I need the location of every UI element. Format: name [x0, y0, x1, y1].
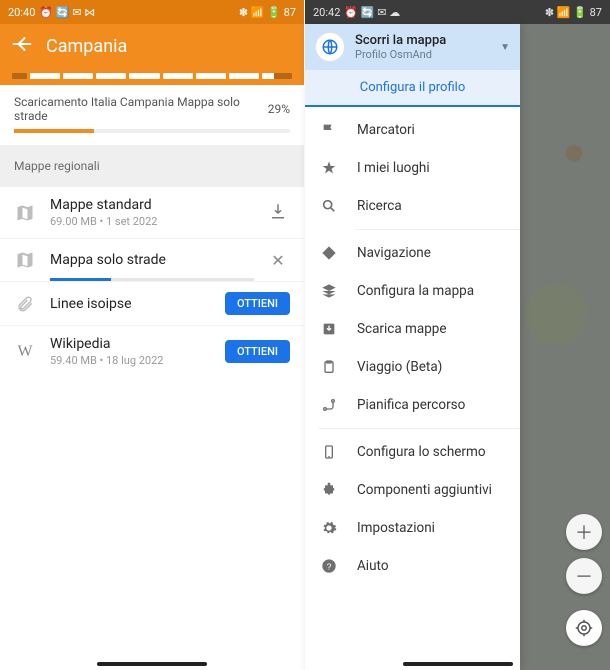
globe-icon	[315, 32, 345, 62]
menu-item-down[interactable]: Scarica mappe	[305, 310, 520, 348]
menu-label: Configura la mappa	[357, 283, 474, 299]
segment-bar	[12, 73, 292, 79]
menu-label: Configura lo schermo	[357, 444, 486, 460]
nav-icon	[319, 243, 339, 263]
phone-right: 20:42 ⏰ 🔄 ✉ ☁ ✽ 📶 🔋 87 Torello Roccapiem…	[305, 0, 610, 670]
menu-label: Impostazioni	[357, 520, 435, 536]
down-icon	[319, 319, 339, 339]
gear-icon	[319, 518, 339, 538]
item-title: Wikipedia	[50, 336, 211, 352]
map-icon	[14, 249, 36, 271]
status-left-icons: ⏰ 🔄 ✉ ☁	[344, 6, 400, 19]
region-header: Campania	[0, 24, 304, 85]
menu-item-nav[interactable]: Navigazione	[305, 234, 520, 272]
status-left-icons: ⏰ 🔄 ✉ ⋈	[39, 6, 95, 19]
locate-button[interactable]	[566, 610, 602, 646]
clip2-icon	[319, 357, 339, 377]
item-sub: 69.00 MB • 1 set 2022	[50, 215, 252, 228]
help-icon: ?	[319, 556, 339, 576]
screen-icon	[319, 442, 339, 462]
menu-label: I miei luoghi	[357, 160, 430, 176]
status-bar-right: 20:42 ⏰ 🔄 ✉ ☁ ✽ 📶 🔋 87	[305, 0, 610, 24]
chevron-down-icon[interactable]: ▼	[500, 42, 510, 53]
menu-label: Componenti aggiuntivi	[357, 482, 492, 498]
menu-item-flag[interactable]: Marcatori	[305, 111, 520, 149]
download-percent: 29%	[268, 102, 290, 116]
star-icon	[319, 158, 339, 178]
route-icon	[319, 395, 339, 415]
menu-item-screen[interactable]: Configura lo schermo	[305, 433, 520, 471]
configure-profile-button[interactable]: Configura il profilo	[305, 70, 520, 107]
menu-item-clip2[interactable]: Viaggio (Beta)	[305, 348, 520, 386]
zoom-out-button[interactable]: －	[566, 558, 602, 594]
map-item[interactable]: Mappe standard 69.00 MB • 1 set 2022	[0, 187, 304, 238]
item-sub: 59.40 MB • 18 lug 2022	[50, 354, 211, 367]
zoom-in-button[interactable]: ＋	[566, 514, 602, 550]
menu-label: Viaggio (Beta)	[357, 359, 442, 375]
menu-item-star[interactable]: I miei luoghi	[305, 149, 520, 187]
download-label: Scaricamento Italia Campania Mappa solo …	[14, 95, 268, 123]
profile-title: Scorri la mappa	[355, 33, 490, 48]
menu-item-layers[interactable]: Configura la mappa	[305, 272, 520, 310]
back-icon[interactable]	[12, 34, 32, 59]
map-item[interactable]: W Wikipedia 59.40 MB • 18 lug 2022 OTTIENI	[0, 325, 304, 377]
gesture-bar	[403, 662, 513, 666]
map-item-list: Mappe standard 69.00 MB • 1 set 2022 Mappa…	[0, 187, 304, 377]
status-time: 20:40	[8, 6, 35, 19]
menu-item-help[interactable]: ? Aiuto	[305, 547, 520, 585]
get-button[interactable]: OTTIENI	[225, 292, 290, 315]
menu-item-search[interactable]: Ricerca	[305, 187, 520, 225]
profile-sub: Profilo OsmAnd	[355, 48, 490, 61]
status-bar-left: 20:40 ⏰ 🔄 ✉ ⋈ ✽ 📶 🔋 87	[0, 0, 304, 24]
svg-text:?: ?	[327, 561, 332, 571]
cancel-icon[interactable]: ✕	[266, 251, 290, 270]
map-icon	[14, 202, 36, 224]
menu-item-puzzle[interactable]: Componenti aggiuntivi	[305, 471, 520, 509]
download-status-row: Scaricamento Italia Campania Mappa solo …	[0, 85, 304, 129]
status-right-icons: ✽ 📶 🔋 87	[545, 6, 602, 19]
item-title: Mappa solo strade	[50, 252, 252, 268]
profile-header[interactable]: Scorri la mappa Profilo OsmAnd ▼	[305, 24, 520, 70]
drawer-menu: Marcatori I miei luoghi Ricerca Navigazione…	[305, 107, 520, 585]
item-title: Linee isoipse	[50, 296, 211, 312]
menu-item-gear[interactable]: Impostazioni	[305, 509, 520, 547]
download-progress-bar	[14, 129, 290, 133]
section-regional-maps: Mappe regionali	[0, 145, 304, 187]
download-icon[interactable]	[266, 202, 290, 224]
map-item[interactable]: Linee isoipse OTTIENI	[0, 281, 304, 325]
search-icon	[319, 196, 339, 216]
region-title: Campania	[46, 36, 127, 57]
menu-label: Pianifica percorso	[357, 397, 465, 413]
status-time: 20:42	[313, 6, 340, 19]
gesture-bar	[97, 662, 207, 666]
phone-left: 20:40 ⏰ 🔄 ✉ ⋈ ✽ 📶 🔋 87 Campania Scaricam…	[0, 0, 305, 670]
layers-icon	[319, 281, 339, 301]
menu-label: Navigazione	[357, 245, 431, 261]
status-right-icons: ✽ 📶 🔋 87	[239, 6, 296, 19]
item-title: Mappe standard	[50, 197, 252, 213]
drawer-panel: Scorri la mappa Profilo OsmAnd ▼ Configu…	[305, 24, 520, 670]
menu-label: Aiuto	[357, 558, 389, 574]
flag-icon	[319, 120, 339, 140]
menu-label: Ricerca	[357, 198, 402, 214]
menu-item-route[interactable]: Pianifica percorso	[305, 386, 520, 424]
clip-icon	[14, 293, 36, 315]
menu-label: Scarica mappe	[357, 321, 447, 337]
get-button[interactable]: OTTIENI	[225, 340, 290, 363]
wiki-icon: W	[14, 341, 36, 363]
puzzle-icon	[319, 480, 339, 500]
map-item[interactable]: Mappa solo strade ✕	[0, 238, 304, 281]
menu-label: Marcatori	[357, 122, 415, 138]
